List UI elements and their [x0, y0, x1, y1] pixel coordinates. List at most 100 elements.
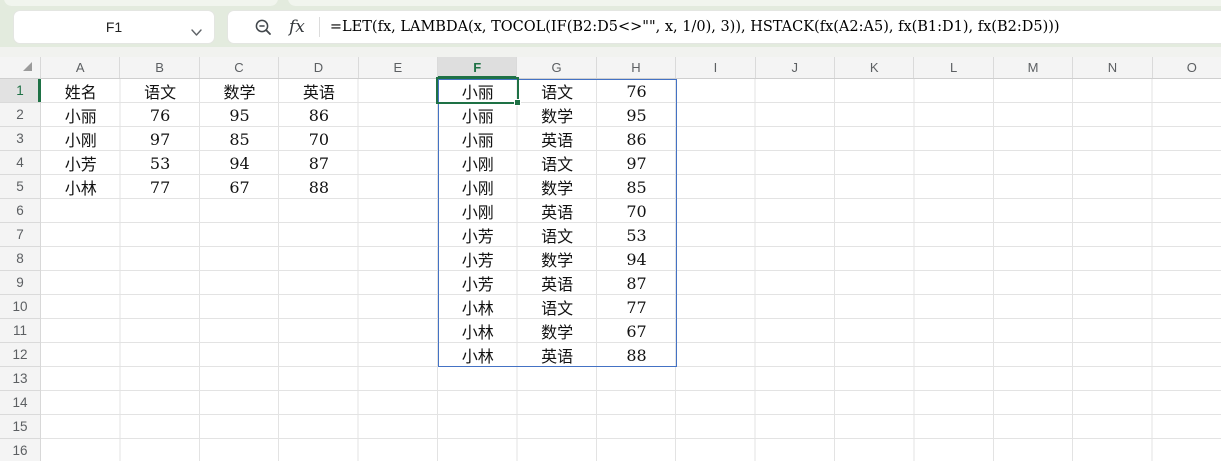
- cell-A3[interactable]: 小刚: [41, 127, 120, 151]
- cell-H9[interactable]: 87: [597, 271, 676, 295]
- cell-C5[interactable]: 67: [200, 175, 279, 199]
- column-header-G[interactable]: G: [517, 57, 597, 78]
- cell-F10[interactable]: 小林: [438, 295, 517, 319]
- cell-G3[interactable]: 英语: [517, 127, 596, 151]
- column-header-J[interactable]: J: [755, 57, 835, 78]
- cell-A2[interactable]: 小丽: [41, 103, 120, 127]
- cell-D3[interactable]: 70: [279, 127, 358, 151]
- cell-H8[interactable]: 94: [597, 247, 676, 271]
- row-header-2[interactable]: 2: [0, 103, 40, 127]
- row-header-13[interactable]: 13: [0, 367, 40, 391]
- cell-H4[interactable]: 97: [597, 151, 676, 175]
- name-box[interactable]: F1: [13, 10, 215, 44]
- column-header-E[interactable]: E: [358, 57, 438, 78]
- cell-A4[interactable]: 小芳: [41, 151, 120, 175]
- cell-F1[interactable]: 小丽: [438, 79, 517, 103]
- cell-G10[interactable]: 语文: [517, 295, 596, 319]
- cell-G6[interactable]: 英语: [517, 199, 596, 223]
- column-header-O[interactable]: O: [1152, 57, 1221, 78]
- column-header-K[interactable]: K: [835, 57, 915, 78]
- column-header-C[interactable]: C: [199, 57, 280, 78]
- cell-D2[interactable]: 86: [279, 103, 358, 127]
- row-header-10[interactable]: 10: [0, 295, 40, 319]
- row-header-6[interactable]: 6: [0, 199, 40, 223]
- row-header-5[interactable]: 5: [0, 175, 40, 199]
- row-header-8[interactable]: 8: [0, 247, 40, 271]
- cell-B2[interactable]: 76: [120, 103, 199, 127]
- formula-toolbar: F1 fx =LET(fx, LAMBDA(x, TOCOL(IF(B2:D5<…: [0, 0, 1221, 47]
- cell-C3[interactable]: 85: [200, 127, 279, 151]
- cell-A1[interactable]: 姓名: [41, 79, 120, 103]
- cell-G12[interactable]: 英语: [517, 343, 596, 367]
- cell-G1[interactable]: 语文: [517, 79, 596, 103]
- row-header-11[interactable]: 11: [0, 319, 40, 343]
- cell-G8[interactable]: 数学: [517, 247, 596, 271]
- row-header-7[interactable]: 7: [0, 223, 40, 247]
- column-header-D[interactable]: D: [279, 57, 359, 78]
- spreadsheet-app: F1 fx =LET(fx, LAMBDA(x, TOCOL(IF(B2:D5<…: [0, 0, 1221, 461]
- cell-B1[interactable]: 语文: [120, 79, 199, 103]
- row-header-12[interactable]: 12: [0, 343, 40, 367]
- row-header-15[interactable]: 15: [0, 415, 40, 439]
- select-all-triangle-icon: [23, 62, 32, 71]
- cell-G2[interactable]: 数学: [517, 103, 596, 127]
- insert-function-icon[interactable]: fx: [289, 17, 305, 37]
- cell-H12[interactable]: 88: [597, 343, 676, 367]
- chevron-down-icon[interactable]: [191, 24, 202, 40]
- cell-F6[interactable]: 小刚: [438, 199, 517, 223]
- column-header-B[interactable]: B: [120, 57, 200, 78]
- cell-F7[interactable]: 小芳: [438, 223, 517, 247]
- cell-F2[interactable]: 小丽: [438, 103, 517, 127]
- cell-B3[interactable]: 97: [120, 127, 199, 151]
- cell-B5[interactable]: 77: [120, 175, 199, 199]
- cell-H2[interactable]: 95: [597, 103, 676, 127]
- row-header-9[interactable]: 9: [0, 271, 40, 295]
- cell-F8[interactable]: 小芳: [438, 247, 517, 271]
- column-header-A[interactable]: A: [41, 57, 121, 78]
- cell-A5[interactable]: 小林: [41, 175, 120, 199]
- cell-C2[interactable]: 95: [200, 103, 279, 127]
- cell-F5[interactable]: 小刚: [438, 175, 517, 199]
- cell-C1[interactable]: 数学: [200, 79, 279, 103]
- select-all-corner[interactable]: [0, 57, 41, 79]
- zoom-out-icon[interactable]: [254, 18, 273, 37]
- column-header-M[interactable]: M: [993, 57, 1074, 78]
- cell-G11[interactable]: 数学: [517, 319, 596, 343]
- row-header-16[interactable]: 16: [0, 439, 40, 461]
- cell-G9[interactable]: 英语: [517, 271, 596, 295]
- cell-H7[interactable]: 53: [597, 223, 676, 247]
- column-header-N[interactable]: N: [1073, 57, 1153, 78]
- cell-F9[interactable]: 小芳: [438, 271, 517, 295]
- row-header-4[interactable]: 4: [0, 151, 40, 175]
- cell-H6[interactable]: 70: [597, 199, 676, 223]
- cell-H11[interactable]: 67: [597, 319, 676, 343]
- cell-G7[interactable]: 语文: [517, 223, 596, 247]
- cell-D1[interactable]: 英语: [279, 79, 358, 103]
- cell-F4[interactable]: 小刚: [438, 151, 517, 175]
- cell-H10[interactable]: 77: [597, 295, 676, 319]
- column-headers: ABCDEFGHIJKLMNO: [41, 57, 1221, 79]
- row-header-1[interactable]: 1: [0, 79, 41, 103]
- cell-C4[interactable]: 94: [200, 151, 279, 175]
- column-header-F[interactable]: F: [438, 57, 518, 79]
- cell-H3[interactable]: 86: [597, 127, 676, 151]
- row-header-14[interactable]: 14: [0, 391, 40, 415]
- column-header-L[interactable]: L: [914, 57, 994, 78]
- cell-H1[interactable]: 76: [597, 79, 676, 103]
- cell-F3[interactable]: 小丽: [438, 127, 517, 151]
- cell-D4[interactable]: 87: [279, 151, 358, 175]
- cell-G5[interactable]: 数学: [517, 175, 596, 199]
- cell-B4[interactable]: 53: [120, 151, 199, 175]
- cell-F11[interactable]: 小林: [438, 319, 517, 343]
- fill-handle[interactable]: [514, 99, 521, 106]
- ribbon-bottom-edge-right: [288, 0, 1221, 6]
- cell-G4[interactable]: 语文: [517, 151, 596, 175]
- cell-H5[interactable]: 85: [597, 175, 676, 199]
- row-header-3[interactable]: 3: [0, 127, 40, 151]
- formula-input[interactable]: =LET(fx, LAMBDA(x, TOCOL(IF(B2:D5<>"", x…: [330, 19, 1060, 35]
- column-header-H[interactable]: H: [596, 57, 677, 78]
- formula-bar[interactable]: fx =LET(fx, LAMBDA(x, TOCOL(IF(B2:D5<>""…: [227, 10, 1221, 44]
- cell-F12[interactable]: 小林: [438, 343, 517, 367]
- column-header-I[interactable]: I: [676, 57, 756, 78]
- cell-D5[interactable]: 88: [279, 175, 358, 199]
